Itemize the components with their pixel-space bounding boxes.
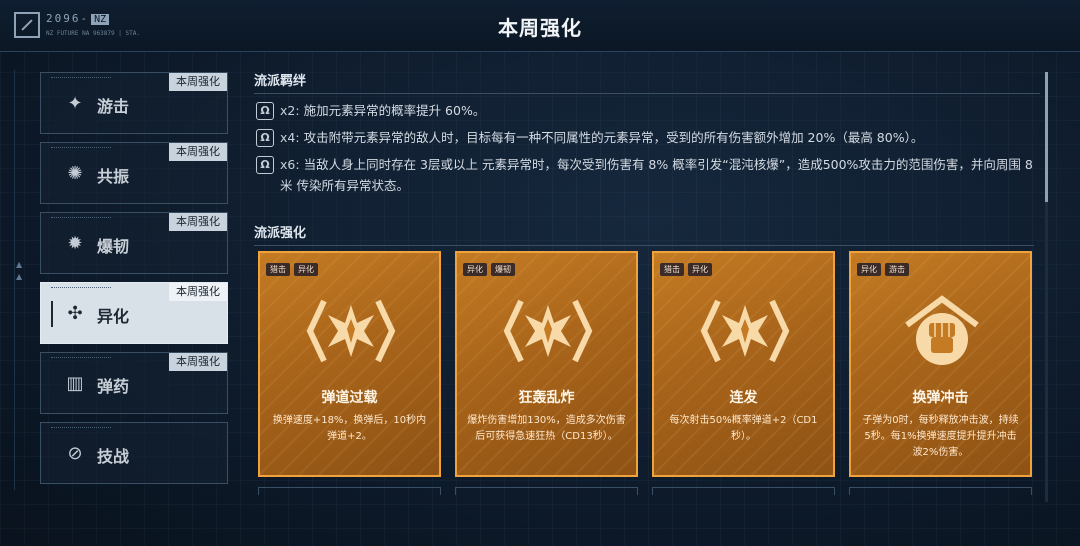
bond-text: 当敌人身上同时存在 3层或以上 元素异常时，每次受到伤害有 8% 概率引发“混沌…	[280, 157, 1033, 193]
enhance-card[interactable]: 异化 爆韧 狂轰乱炸 爆炸伤害增加130%，造成多次伤害后可获得急速狂热（CD1…	[455, 251, 638, 477]
card-tag: 游击	[885, 263, 909, 276]
weekly-tag: 本周强化	[169, 353, 227, 371]
page-title: 本周强化	[498, 16, 582, 40]
card-tag: 异化	[857, 263, 881, 276]
scrollbar[interactable]	[1045, 72, 1048, 502]
burst-icon: ✹	[67, 233, 83, 254]
star-emblem-icon	[306, 299, 396, 363]
down-arrow-icon[interactable]: ▲	[16, 272, 22, 281]
weekly-tag: 本周强化	[169, 143, 227, 161]
bond-row: Ω x2: 施加元素异常的概率提升 60%。	[254, 100, 1040, 121]
tactics-icon: ⊘	[67, 443, 83, 464]
bond-row: Ω x4: 攻击附带元素异常的敌人时，目标每有一种不同属性的元素异常，受到的所有伤…	[254, 127, 1040, 148]
sidebar-item-label: 爆韧	[97, 237, 130, 256]
card-tag: 猎击	[266, 263, 290, 276]
bond-count: x6:	[280, 157, 300, 172]
sidebar-item-mutation[interactable]: 本周强化 ✣ 异化	[40, 282, 228, 344]
card-tags: 猎击 异化	[660, 263, 712, 276]
card-tag: 异化	[463, 263, 487, 276]
weekly-tag: 本周强化	[169, 213, 227, 231]
weekly-tag: 本周强化	[169, 73, 227, 91]
resonance-icon: ✺	[67, 163, 83, 184]
sidebar-item-label: 弹药	[97, 377, 130, 396]
enhance-cards: 猎击 异化 弹道过载 换弹速度+18%，换弹后，10秒内弹道+2。 异化 爆韧	[258, 251, 1038, 495]
card-desc: 爆炸伤害增加130%，造成多次伤害后可获得急速狂热（CD13秒）。	[467, 415, 626, 442]
item-deco	[51, 427, 111, 431]
card-desc: 子弹为0时，每秒释放冲击波，持续5秒。每1%换弹速度提升提升冲击波2%伤害。	[862, 415, 1019, 458]
school-sidebar: 本周强化 ✦ 游击 本周强化 ✺ 共振 本周强化 ✹ 爆韧 本周强化 ✣ 异化 …	[40, 72, 230, 492]
active-indicator	[51, 301, 53, 327]
bond-count: x2:	[280, 103, 300, 118]
card-shadow	[258, 487, 441, 495]
bond-text: 施加元素异常的概率提升 60%。	[303, 103, 486, 118]
sidebar-item-tactics[interactable]: ⊘ 技战	[40, 422, 228, 484]
guerrilla-icon: ✦	[67, 93, 83, 114]
bond-count: x4:	[280, 130, 300, 145]
sidebar-item-ammo[interactable]: 本周强化 ▥ 弹药	[40, 352, 228, 414]
item-deco	[51, 217, 111, 221]
star-emblem-icon	[503, 299, 593, 363]
card-tags: 异化 爆韧	[463, 263, 515, 276]
top-bar: 2096- NZ NZ FUTURE NA 963879 | STA. 本周强化	[0, 0, 1080, 52]
card-tags: 异化 游击	[857, 263, 909, 276]
card-name: 狂轰乱炸	[518, 390, 575, 406]
scrollbar-thumb[interactable]	[1045, 72, 1048, 202]
card-tag: 爆韧	[491, 263, 515, 276]
card-shadow	[652, 487, 835, 495]
card-shadow	[849, 487, 1032, 495]
enhance-card[interactable]: 猎击 异化 弹道过载 换弹速度+18%，换弹后，10秒内弹道+2。	[258, 251, 441, 477]
item-deco	[51, 287, 111, 291]
card-name: 换弹冲击	[912, 390, 969, 406]
sidebar-item-guerrilla[interactable]: 本周强化 ✦ 游击	[40, 72, 228, 134]
card-shadow	[455, 487, 638, 495]
card-desc: 每次射击50%概率弹道+2（CD1秒）。	[669, 415, 818, 442]
bond-icon: Ω	[256, 156, 274, 174]
item-deco	[51, 77, 111, 81]
enhance-card[interactable]: 异化 游击 换弹冲击 子弹为0时，每秒释放冲击波，持续5秒。每1%换弹速度提升提…	[849, 251, 1032, 477]
card-tags: 猎击 异化	[266, 263, 318, 276]
sidebar-item-resonance[interactable]: 本周强化 ✺ 共振	[40, 142, 228, 204]
bond-icon: Ω	[256, 129, 274, 147]
enhance-card[interactable]: 猎击 异化 连发 每次射击50%概率弹道+2（CD1秒）。	[652, 251, 835, 477]
ammo-icon: ▥	[66, 373, 84, 394]
sidebar-item-label: 技战	[97, 447, 130, 466]
enhance-section-title: 流派强化	[254, 222, 1034, 246]
star-emblem-icon	[700, 299, 790, 363]
card-tag: 异化	[294, 263, 318, 276]
detail-panel: 流派羁绊 Ω x2: 施加元素异常的概率提升 60%。 Ω x4: 攻击附带元素异常…	[254, 70, 1040, 500]
card-tag: 猎击	[660, 263, 684, 276]
sidebar-item-label: 游击	[97, 97, 130, 116]
sidebar-item-label: 共振	[97, 167, 130, 186]
sidebar-item-label: 异化	[97, 307, 130, 326]
bond-icon: Ω	[256, 102, 274, 120]
card-name: 弹道过载	[321, 390, 378, 406]
mutation-icon: ✣	[67, 303, 83, 324]
card-tag: 异化	[688, 263, 712, 276]
card-desc: 换弹速度+18%，换弹后，10秒内弹道+2。	[272, 415, 427, 442]
item-deco	[51, 357, 111, 361]
weekly-tag: 本周强化	[169, 283, 227, 301]
sidebar-item-burst[interactable]: 本周强化 ✹ 爆韧	[40, 212, 228, 274]
up-arrow-icon[interactable]: ▲	[16, 260, 22, 269]
card-name: 连发	[729, 390, 758, 406]
bond-text: 攻击附带元素异常的敌人时，目标每有一种不同属性的元素异常，受到的所有伤害额外增加…	[303, 130, 924, 145]
bond-section-title: 流派羁绊	[254, 70, 1040, 94]
item-deco	[51, 147, 111, 151]
bond-row: Ω x6: 当敌人身上同时存在 3层或以上 元素异常时，每次受到伤害有 8% 概率…	[254, 154, 1040, 196]
fist-emblem-icon	[905, 295, 979, 365]
